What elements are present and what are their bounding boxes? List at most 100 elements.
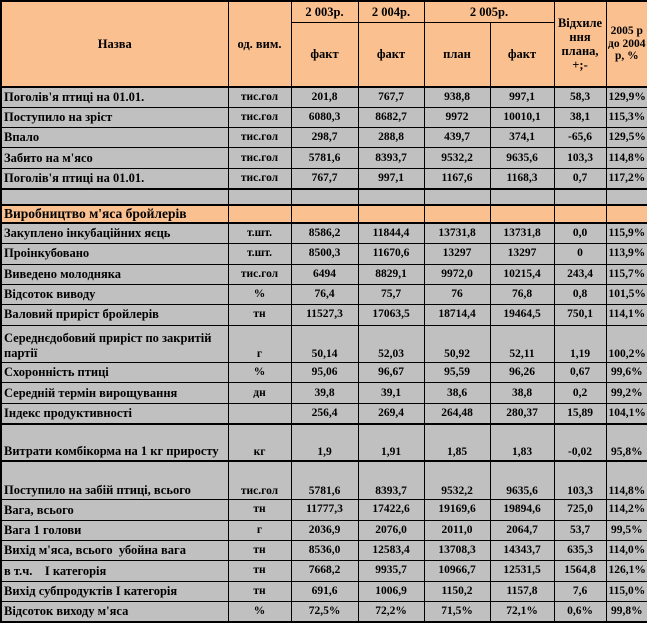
row-value: 75,7	[357, 283, 425, 306]
row-value: 52,03	[357, 324, 425, 364]
row-value: 9972	[423, 106, 491, 129]
row-value: 13731,8	[489, 222, 555, 245]
col-header-deviation: Відхилення плана, +;-	[553, 0, 607, 88]
data-row: Відсоток виводу% 76,4 75,7 76 76,8 0,8 101,5%	[0, 283, 647, 306]
row-unit: тис.гол	[227, 263, 292, 285]
row-value: 99,2%	[605, 382, 647, 404]
row-value: 39,1	[357, 382, 425, 404]
row-value	[553, 188, 607, 206]
row-unit: тн	[227, 540, 292, 562]
row-label: Проінкубовано	[0, 243, 229, 265]
row-value: 19464,5	[489, 304, 555, 326]
row-value: 997,1	[489, 85, 555, 108]
row-value: 1150,2	[423, 580, 491, 603]
row-value: 72,5%	[290, 601, 359, 623]
row-unit: тн	[227, 304, 292, 326]
row-value: 11670,6	[357, 243, 425, 265]
row-unit: тис.гол	[227, 85, 292, 108]
row-value: 15,89	[553, 402, 607, 425]
row-value: 691,6	[290, 580, 359, 603]
data-row: Витрати комбікорма на 1 кг приросту кг 1,9…	[0, 423, 647, 463]
row-unit: тис.гол	[227, 167, 292, 190]
row-value: 1,83	[489, 423, 555, 463]
row-value: 1,91	[357, 423, 425, 463]
col-subheader-2005-plan: план	[423, 21, 491, 88]
row-value: 7,6	[553, 580, 607, 603]
row-label: в т.ч. І категорія	[0, 560, 229, 582]
row-label: Поступило на зріст	[0, 106, 229, 129]
row-label	[0, 188, 229, 206]
row-value: 99,8%	[605, 601, 647, 623]
row-value: 76,8	[489, 283, 555, 306]
row-value: 1,85	[423, 423, 491, 463]
row-value: 12583,4	[357, 540, 425, 562]
row-unit: тис.гол	[227, 127, 292, 149]
row-value	[489, 203, 555, 225]
row-value: 114,8%	[605, 460, 647, 501]
row-value: 997,1	[357, 167, 425, 190]
data-row: Поголів'я птиці на 01.01. тис.гол 201,8 767…	[0, 85, 647, 108]
row-unit: т.шт.	[227, 222, 292, 245]
row-value: 13297	[489, 243, 555, 265]
row-label: Відсоток виводу	[0, 283, 229, 306]
row-value: 18714,4	[423, 304, 491, 326]
row-value: 17063,5	[357, 304, 425, 326]
data-row: в т.ч. І категорія тн 7668,2 9935,7 10966,7 1…	[0, 560, 647, 582]
row-value: 17422,6	[357, 499, 425, 521]
data-row: Поголів'я птиці на 01.01. тис.гол 767,7 997…	[0, 167, 647, 190]
row-unit: %	[227, 283, 292, 306]
row-label: Впало	[0, 127, 229, 149]
row-value: 115,0%	[605, 580, 647, 603]
row-value: 114,8%	[605, 147, 647, 169]
row-value: 243,4	[553, 263, 607, 285]
row-unit	[227, 203, 292, 225]
row-unit: кг	[227, 423, 292, 463]
row-value: 9635,6	[489, 147, 555, 169]
col-header-ratio: 2005 р до 2004 р, %	[605, 0, 647, 88]
row-value: 5781,6	[290, 147, 359, 169]
row-label: Середнєдобовий приріст по закритій парті…	[0, 324, 229, 364]
spacer-row	[0, 188, 647, 206]
data-row: Індекс продуктивності 256,4 269,4 264,48 280…	[0, 402, 647, 425]
header-row-years: Назва од. вим. 2 003р. 2 004р. 2 005р. В…	[0, 0, 647, 88]
row-value: 10966,7	[423, 560, 491, 582]
row-value: 114,1%	[605, 304, 647, 326]
row-value: 439,7	[423, 127, 491, 149]
row-value: 114,0%	[605, 540, 647, 562]
row-value: 38,8	[489, 382, 555, 404]
col-subheader-2003-fact: факт	[290, 21, 359, 88]
data-row: Забито на м'ясо тис.гол 5781,6 8393,7 9532,2…	[0, 147, 647, 169]
row-value: 0,2	[553, 382, 607, 404]
col-header-2005: 2 005р.	[423, 0, 555, 23]
row-value	[605, 203, 647, 225]
row-value: 9935,7	[357, 560, 425, 582]
row-value: 1157,8	[489, 580, 555, 603]
table-header: Назва од. вим. 2 003р. 2 004р. 2 005р. В…	[0, 0, 647, 88]
row-value: 750,1	[553, 304, 607, 326]
data-row: Впало тис.гол 298,7 288,8 439,7 374,1 -65,6 129…	[0, 127, 647, 149]
col-header-name: Назва	[0, 0, 229, 88]
row-value: 8393,7	[357, 460, 425, 501]
row-value: 2011,0	[423, 519, 491, 542]
row-value: 1167,6	[423, 167, 491, 190]
row-value: 8682,7	[357, 106, 425, 129]
row-unit: г	[227, 324, 292, 364]
row-value: 95,59	[423, 362, 491, 384]
row-value: 0,7	[553, 167, 607, 190]
row-value: 11777,3	[290, 499, 359, 521]
row-value: 19169,6	[423, 499, 491, 521]
row-label: Поголів'я птиці на 01.01.	[0, 167, 229, 190]
row-value: 114,2%	[605, 499, 647, 521]
row-value: 100,2%	[605, 324, 647, 364]
row-value	[553, 203, 607, 225]
row-label: Індекс продуктивності	[0, 402, 229, 425]
row-value: 938,8	[423, 85, 491, 108]
row-value: 10215,4	[489, 263, 555, 285]
row-value: 8536,0	[290, 540, 359, 562]
row-value: -0,02	[553, 423, 607, 463]
row-value: 76,4	[290, 283, 359, 306]
row-unit	[227, 402, 292, 425]
data-row: Проінкубовано т.шт. 8500,3 11670,6 13297 1329…	[0, 243, 647, 265]
data-row: Середнєдобовий приріст по закритій парті…	[0, 324, 647, 364]
row-value	[290, 203, 359, 225]
